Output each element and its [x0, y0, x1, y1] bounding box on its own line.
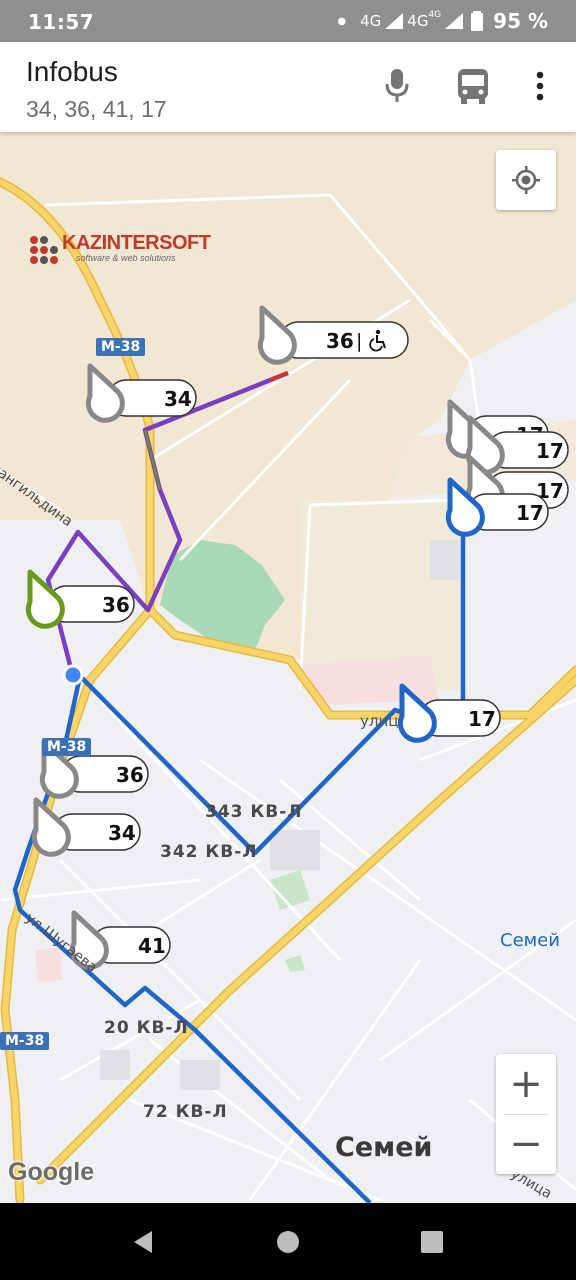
notification-dot-icon: ● [337, 15, 347, 27]
map-view[interactable]: 36|34171717173617363441 KAZINTERSOFT sof… [0, 132, 576, 1203]
current-location-dot [62, 664, 84, 686]
logo-name: KAZINTERSOFT [62, 232, 211, 254]
road-shield-m38: M-38 [96, 338, 146, 356]
bus-route-number: 36 [102, 593, 130, 617]
microphone-icon[interactable] [377, 66, 417, 106]
district-label: 72 КВ-Л [143, 1102, 228, 1122]
kazintersoft-logo: KAZINTERSOFT software & web solutions [26, 232, 211, 270]
street-label: улиц [360, 712, 399, 730]
district-label: 20 КВ-Л [104, 1018, 189, 1038]
signal-icon [385, 13, 404, 29]
bus-route-number: 17 [468, 707, 496, 731]
status-time: 11:57 [28, 10, 95, 34]
accessible-separator: | [356, 330, 362, 352]
district-label: 342 КВ-Л [160, 842, 258, 862]
zoom-controls: + − [496, 1054, 556, 1174]
signal-icon-2 [445, 13, 464, 29]
status-icons: ● 4G 4G 4G 95 % [337, 9, 548, 33]
bus-route-number: 36 [116, 763, 144, 787]
system-nav-bar [0, 1203, 576, 1280]
bus-route-number: 34 [164, 387, 192, 411]
home-icon [277, 1231, 299, 1253]
back-icon [134, 1231, 152, 1253]
road-shield-m38: M-38 [0, 1032, 50, 1050]
map-canvas[interactable]: 36|34171717173617363441 [0, 132, 576, 1203]
battery-percent: 95 % [493, 9, 548, 33]
network-label-2: 4G [407, 12, 429, 30]
bus-route-number: 17 [516, 501, 544, 525]
home-button[interactable] [273, 1227, 303, 1257]
route-list-subtitle: 34, 36, 41, 17 [26, 96, 167, 122]
city-poi-label: Семей [500, 930, 560, 951]
bus-route-number: 34 [108, 821, 136, 845]
app-title: Infobus [26, 56, 118, 87]
network-label-1: 4G [360, 12, 382, 30]
recents-button[interactable] [417, 1227, 447, 1257]
network-label-2-small: 4G [428, 10, 442, 20]
battery-icon [471, 11, 484, 31]
bus-route-number: 17 [536, 439, 564, 463]
zoom-out-button[interactable]: − [496, 1114, 556, 1174]
google-logo: Google [8, 1158, 95, 1186]
my-location-icon [512, 166, 540, 194]
road-shield-m38: M-38 [42, 738, 92, 756]
back-button[interactable] [128, 1227, 158, 1257]
my-location-button[interactable] [496, 150, 556, 210]
bus-route-number: 36 [326, 329, 354, 353]
status-bar: 11:57 ● 4G 4G 4G 95 % [0, 0, 576, 42]
recents-icon [421, 1231, 443, 1253]
zoom-in-button[interactable]: + [496, 1054, 556, 1114]
more-vert-icon[interactable] [520, 66, 560, 106]
city-label: Семей [335, 1132, 433, 1163]
bus-icon[interactable] [453, 66, 493, 106]
app-bar: Infobus 34, 36, 41, 17 [0, 42, 576, 132]
kazintersoft-logo-icon [30, 236, 58, 264]
bus-route-number: 41 [138, 934, 166, 958]
district-label: 343 КВ-Л [205, 802, 303, 822]
